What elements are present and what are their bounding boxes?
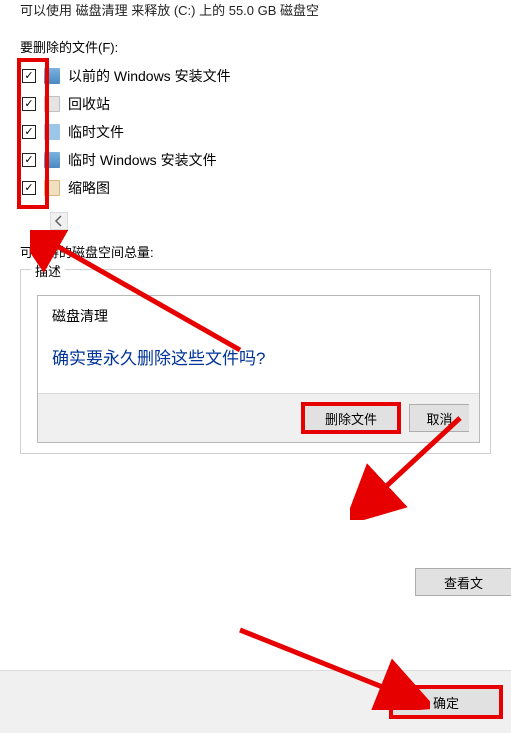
bottom-button-bar: 确定 (0, 670, 511, 733)
temp-file-icon (44, 124, 60, 140)
top-hint-text: 可以使用 磁盘清理 来释放 (C:) 上的 55.0 GB 磁盘空 (0, 0, 511, 19)
thumbnail-icon (44, 180, 60, 196)
scroll-left-button[interactable] (50, 212, 68, 230)
file-list: 以前的 Windows 安装文件 回收站 临时文件 临时 Windows 安装文… (20, 62, 491, 202)
file-row[interactable]: 临时 Windows 安装文件 (20, 146, 491, 174)
ok-button[interactable]: 确定 (391, 687, 501, 717)
file-list-container: 以前的 Windows 安装文件 回收站 临时文件 临时 Windows 安装文… (0, 62, 511, 230)
lower-button-row: 查看文 (415, 568, 511, 596)
folder-icon (44, 68, 60, 84)
delete-files-button[interactable]: 删除文件 (303, 404, 399, 432)
recycle-bin-icon (44, 96, 60, 112)
file-label: 以前的 Windows 安装文件 (68, 66, 231, 86)
file-row[interactable]: 临时文件 (20, 118, 491, 146)
dialog-button-row: 删除文件 取消 (38, 393, 479, 442)
file-label: 缩略图 (68, 178, 110, 198)
file-checkbox[interactable] (22, 97, 36, 111)
file-label: 回收站 (68, 94, 110, 114)
free-space-label: 可获得的磁盘空间总量: (0, 230, 511, 269)
view-files-button[interactable]: 查看文 (415, 568, 511, 596)
files-to-delete-label: 要删除的文件(F): (0, 19, 511, 62)
file-checkbox[interactable] (22, 125, 36, 139)
cancel-button[interactable]: 取消 (409, 404, 469, 432)
folder-icon (44, 152, 60, 168)
file-row[interactable]: 以前的 Windows 安装文件 (20, 62, 491, 90)
file-row[interactable]: 回收站 (20, 90, 491, 118)
file-label: 临时文件 (68, 122, 124, 142)
file-checkbox[interactable] (22, 69, 36, 83)
file-label: 临时 Windows 安装文件 (68, 150, 217, 170)
dialog-message: 确实要永久删除这些文件吗? (38, 330, 479, 393)
file-checkbox[interactable] (22, 181, 36, 195)
confirm-dialog: 磁盘清理 确实要永久删除这些文件吗? 删除文件 取消 (37, 295, 480, 443)
file-row[interactable]: 缩略图 (20, 174, 491, 202)
file-checkbox[interactable] (22, 153, 36, 167)
dialog-title: 磁盘清理 (38, 296, 479, 330)
description-fieldset: 描述 磁盘清理 确实要永久删除这些文件吗? 删除文件 取消 (20, 269, 491, 454)
fieldset-legend: 描述 (31, 264, 65, 279)
